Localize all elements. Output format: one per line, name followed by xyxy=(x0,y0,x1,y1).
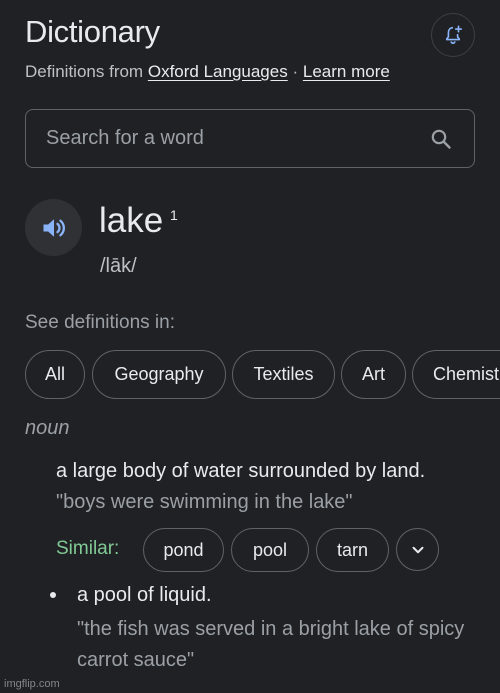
similar-label: Similar: xyxy=(56,538,120,559)
imgflip-watermark: imgflip.com xyxy=(4,678,60,690)
source-prefix: Definitions from xyxy=(25,62,144,81)
definitions-source: Definitions from Oxford Languages · Lear… xyxy=(25,62,390,82)
chip-art[interactable]: Art xyxy=(341,350,406,399)
bell-plus-icon xyxy=(445,25,463,45)
chip-textiles[interactable]: Textiles xyxy=(232,350,335,399)
bullet-dot xyxy=(50,592,56,598)
search-icon[interactable] xyxy=(429,127,453,151)
pronunciation-button[interactable] xyxy=(25,199,82,256)
synonym-chip-pond[interactable]: pond xyxy=(143,528,224,572)
see-definitions-label: See definitions in: xyxy=(25,312,175,333)
learn-more-link[interactable]: Learn more xyxy=(303,62,390,81)
chip-chemistry[interactable]: Chemist xyxy=(412,350,500,399)
synonym-chip-pool[interactable]: pool xyxy=(231,528,309,572)
oxford-languages-link[interactable]: Oxford Languages xyxy=(148,62,288,81)
page-title: Dictionary xyxy=(25,14,160,49)
part-of-speech: noun xyxy=(25,417,70,439)
word-alert-button[interactable] xyxy=(431,13,475,57)
source-separator: · xyxy=(292,62,299,81)
more-synonyms-button[interactable] xyxy=(396,528,439,571)
chip-geography[interactable]: Geography xyxy=(92,350,226,399)
speaker-icon xyxy=(43,218,65,237)
search-box xyxy=(25,109,475,168)
headword-superscript: 1 xyxy=(170,207,178,223)
definition-example: "boys were swimming in the lake" xyxy=(56,491,353,513)
chevron-down-icon xyxy=(412,546,423,553)
search-input[interactable] xyxy=(46,110,416,167)
definition-text: a large body of water surrounded by land… xyxy=(56,460,426,482)
phonetic-transcription: /lāk/ xyxy=(100,255,137,277)
sub-definition-text: a pool of liquid. xyxy=(77,584,212,606)
chip-all[interactable]: All xyxy=(25,350,85,399)
headword: lake xyxy=(99,201,164,240)
synonym-chip-tarn[interactable]: tarn xyxy=(316,528,389,572)
sub-definition-example: "the fish was served in a bright lake of… xyxy=(77,618,465,671)
dictionary-card: Dictionary Definitions from Oxford Langu… xyxy=(0,0,500,693)
